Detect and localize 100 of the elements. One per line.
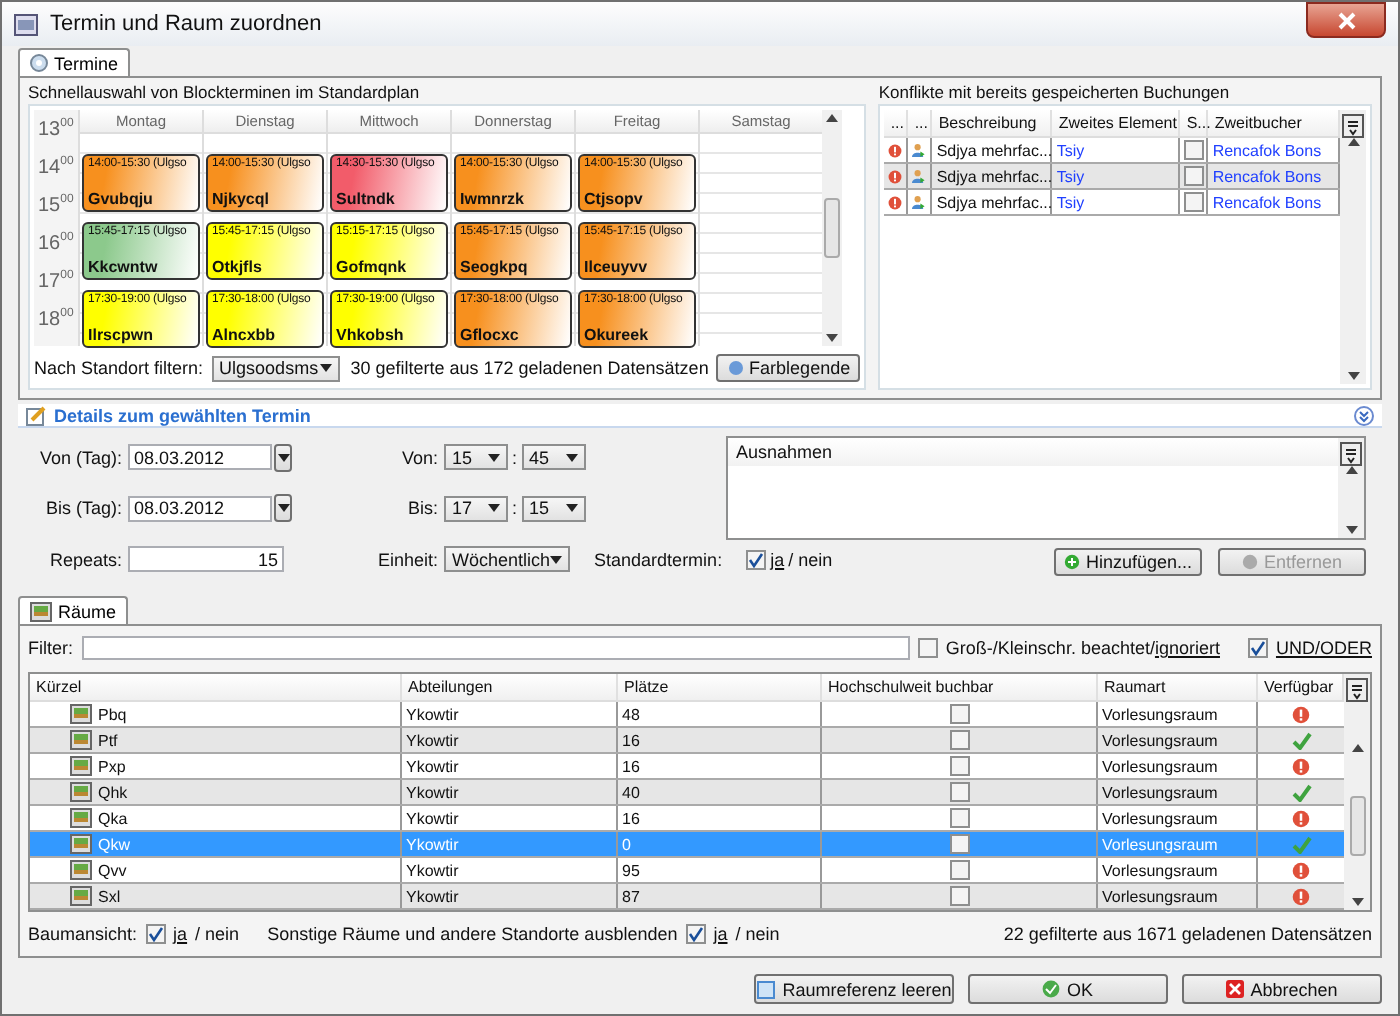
checkbox[interactable] <box>949 834 969 854</box>
filter-label: Filter: <box>28 638 73 658</box>
checkbox[interactable] <box>949 860 969 880</box>
date-field[interactable]: 08.03.2012 <box>128 495 272 522</box>
table-row[interactable]: Sxl Ykowtir 87 Vorlesungsraum <box>30 884 1344 910</box>
checkbox[interactable] <box>746 549 767 570</box>
table-cell: Qka <box>98 809 128 827</box>
scroll-up-icon[interactable] <box>1351 744 1363 753</box>
table-cell: Ykowtir <box>402 806 618 830</box>
element-link[interactable]: Tsiy <box>1056 141 1085 159</box>
column-menu-icon[interactable] <box>1346 678 1368 702</box>
table-cell: Ykowtir <box>402 702 618 726</box>
yes-label: ja <box>713 924 728 944</box>
column-menu-icon[interactable] <box>1342 114 1364 138</box>
table-row[interactable]: Sdjya mehrfac... Tsiy Rencafok Bons <box>884 164 1340 190</box>
clear-room-button[interactable]: Raumreferenz leeren <box>754 974 954 1004</box>
location-dropdown[interactable]: Ulgsoodsms <box>211 355 340 381</box>
tab[interactable]: Räume <box>18 596 129 624</box>
hour-dropdown[interactable]: 17 <box>444 495 508 522</box>
error-icon <box>888 141 903 159</box>
scroll-down-icon[interactable] <box>1351 897 1363 906</box>
table-row[interactable]: Qka Ykowtir 16 Vorlesungsraum <box>30 806 1344 832</box>
checkbox[interactable] <box>949 730 969 750</box>
collapse-icon[interactable] <box>1354 405 1374 425</box>
scroll-up-icon[interactable] <box>826 114 838 122</box>
calendar-button[interactable] <box>274 494 292 523</box>
legend-button[interactable]: Farblegende <box>716 354 861 382</box>
checkbox[interactable] <box>949 808 969 828</box>
checkbox[interactable] <box>949 704 969 724</box>
minute-dropdown[interactable]: 15 <box>521 495 586 522</box>
booker-link[interactable]: Rencafok Bons <box>1212 193 1322 211</box>
tab[interactable]: Termine <box>18 48 131 76</box>
checkbox[interactable] <box>685 924 706 944</box>
person-icon <box>912 166 927 186</box>
cancel-button[interactable]: Abbrechen <box>1182 974 1382 1004</box>
column-header[interactable]: Hochschulweit buchbar <box>822 674 1098 700</box>
ignore-link[interactable]: ignoriert <box>1154 638 1220 658</box>
column-header[interactable]: Abteilungen <box>402 674 618 700</box>
checkbox[interactable] <box>1184 192 1205 212</box>
caret-icon <box>277 453 289 462</box>
calendar-button[interactable] <box>274 443 292 472</box>
table-row[interactable]: Sdjya mehrfac... Tsiy Rencafok Bons <box>884 190 1340 216</box>
table-row[interactable]: Pxp Ykowtir 16 Vorlesungsraum <box>30 754 1344 780</box>
caret-icon <box>319 364 332 372</box>
add-button[interactable]: Hinzufügen... <box>1054 548 1202 576</box>
no-label: / nein <box>195 924 240 944</box>
scrollbar-thumb[interactable] <box>824 198 840 258</box>
column-header[interactable]: ... <box>884 110 909 136</box>
table-row[interactable]: Ptf Ykowtir 16 Vorlesungsraum <box>30 728 1344 754</box>
minute-dropdown[interactable]: 45 <box>521 444 586 471</box>
room-icon <box>30 601 52 621</box>
table-row[interactable]: Qhk Ykowtir 40 Vorlesungsraum <box>30 780 1344 806</box>
column-header[interactable]: Raumart <box>1098 674 1258 700</box>
booker-link[interactable]: Rencafok Bons <box>1212 141 1322 159</box>
checkbox[interactable] <box>145 924 166 944</box>
table-cell: 16 <box>618 728 822 752</box>
checkbox[interactable] <box>1184 140 1205 160</box>
scroll-down-icon[interactable] <box>826 334 838 342</box>
unit-dropdown[interactable]: Wöchentlich <box>444 546 571 573</box>
scrollbar-thumb[interactable] <box>1349 795 1365 856</box>
table-row[interactable]: Sdjya mehrfac... Tsiy Rencafok Bons <box>884 138 1340 164</box>
caret-icon <box>550 555 563 564</box>
close-button[interactable] <box>1306 2 1386 38</box>
checkbox[interactable] <box>949 782 969 802</box>
column-header[interactable]: Zweites Element <box>1052 110 1181 136</box>
time-label: 14$^{00}$ <box>36 156 76 183</box>
checkbox[interactable] <box>949 756 969 776</box>
column-header[interactable]: Beschreibung <box>932 110 1053 136</box>
time-label: 13$^{00}$ <box>36 118 76 145</box>
element-link[interactable]: Tsiy <box>1056 167 1085 185</box>
date-field[interactable]: 08.03.2012 <box>128 444 272 471</box>
element-link[interactable]: Tsiy <box>1056 193 1085 211</box>
checkbox[interactable] <box>1247 638 1268 658</box>
table-row[interactable]: Qvv Ykowtir 95 Vorlesungsraum <box>30 858 1344 884</box>
scroll-down-icon[interactable] <box>1345 526 1357 534</box>
field-label: Standardtermin: <box>594 549 723 570</box>
checkbox[interactable] <box>917 638 938 658</box>
table-cell: Vorlesungsraum <box>1098 832 1258 856</box>
table-cell: 16 <box>618 806 822 830</box>
caret-icon <box>565 504 578 513</box>
column-menu-icon[interactable] <box>1340 442 1362 466</box>
table-row[interactable]: Pbq Ykowtir 48 Vorlesungsraum <box>30 702 1344 728</box>
booker-link[interactable]: Rencafok Bons <box>1212 167 1322 185</box>
window-title: Termin und Raum zuordnen <box>50 12 324 36</box>
repeats-spinner[interactable]: 15 <box>128 546 284 573</box>
room-icon <box>70 730 92 750</box>
error-icon <box>888 193 903 211</box>
table-cell: Pbq <box>98 705 127 723</box>
scroll-down-icon[interactable] <box>1347 372 1359 380</box>
checkbox[interactable] <box>1184 166 1205 186</box>
column-header[interactable]: Kürzel <box>30 674 402 700</box>
column-header[interactable]: ... <box>908 110 933 136</box>
filter-field[interactable] <box>81 636 910 660</box>
room-icon <box>70 756 92 776</box>
table-cell: Ykowtir <box>402 832 618 856</box>
ok-button[interactable]: OK <box>968 974 1168 1004</box>
hour-dropdown[interactable]: 15 <box>444 444 508 471</box>
column-header[interactable]: S... <box>1180 110 1209 136</box>
column-header[interactable]: Plätze <box>618 674 822 700</box>
checkbox[interactable] <box>949 886 969 906</box>
